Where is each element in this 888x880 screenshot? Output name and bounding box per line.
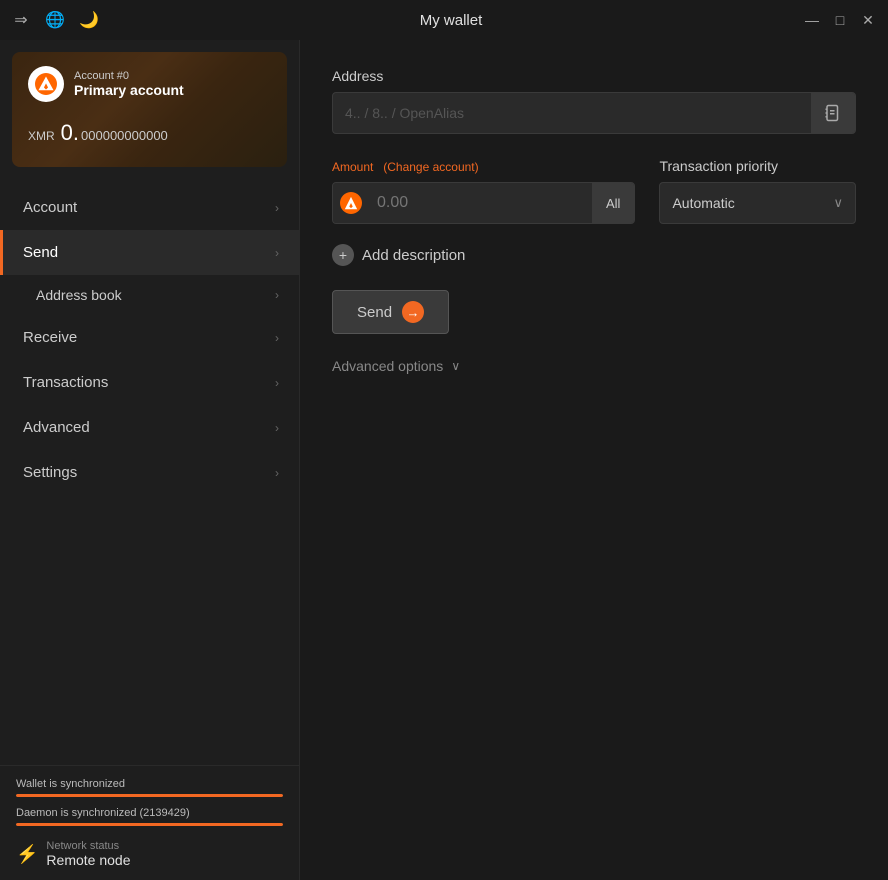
plus-circle-icon: + — [332, 244, 354, 266]
chevron-icon: › — [275, 201, 279, 215]
account-header: Account #0 Primary account — [28, 66, 271, 102]
chevron-icon: › — [275, 466, 279, 480]
close-button[interactable]: ✕ — [860, 12, 876, 28]
network-status: ⚡ Network status Remote node — [16, 836, 283, 872]
amount-input-row: All — [332, 182, 635, 224]
address-book-button[interactable] — [811, 93, 855, 133]
status-bar: Wallet is synchronized Daemon is synchro… — [0, 765, 299, 880]
balance-currency: XMR — [28, 129, 55, 143]
account-card: Account #0 Primary account XMR 0. 000000… — [12, 52, 287, 167]
lightning-icon: ⚡ — [16, 844, 38, 865]
window-controls: — □ ✕ — [804, 12, 876, 28]
balance-main: 0. — [61, 120, 79, 146]
sidebar: Account #0 Primary account XMR 0. 000000… — [0, 40, 300, 880]
daemon-sync-label: Daemon is synchronized (2139429) — [16, 807, 283, 819]
sidebar-item-transactions[interactable]: Transactions › — [0, 360, 299, 405]
priority-select[interactable]: Automatic ∨ — [659, 182, 856, 224]
address-label: Address — [332, 68, 856, 84]
content-area: Address Amount (Change account) — [300, 40, 888, 880]
network-status-label: Network status — [46, 840, 130, 852]
moon-icon[interactable]: 🌙 — [80, 11, 98, 29]
balance-decimal: 000000000000 — [81, 128, 168, 143]
amount-priority-section: Amount (Change account) All — [332, 158, 856, 224]
network-info: Network status Remote node — [46, 840, 130, 868]
chevron-icon: › — [275, 376, 279, 390]
minimize-button[interactable]: — — [804, 12, 820, 28]
titlebar: ⇒ 🌐 🌙 My wallet — □ ✕ — [0, 0, 888, 40]
titlebar-left: ⇒ 🌐 🌙 — [12, 11, 98, 29]
sidebar-item-receive[interactable]: Receive › — [0, 315, 299, 360]
address-input[interactable] — [333, 95, 811, 131]
priority-value: Automatic — [672, 195, 734, 211]
sidebar-item-account[interactable]: Account › — [0, 185, 299, 230]
sidebar-item-advanced[interactable]: Advanced › — [0, 405, 299, 450]
daemon-sync-bar — [16, 823, 283, 826]
chevron-icon: › — [275, 421, 279, 435]
transfer-icon[interactable]: ⇒ — [12, 11, 30, 29]
change-account-link[interactable]: (Change account) — [383, 160, 478, 174]
chevron-icon: › — [275, 331, 279, 345]
amount-input[interactable] — [369, 194, 592, 212]
advanced-options-label: Advanced options — [332, 358, 443, 374]
send-arrow-icon: → — [402, 301, 424, 323]
chevron-icon: › — [275, 288, 279, 302]
advanced-options-row[interactable]: Advanced options ∨ — [332, 358, 856, 374]
sidebar-item-address-book[interactable]: Address book › — [0, 275, 299, 315]
account-info: Account #0 Primary account — [74, 70, 184, 98]
send-button[interactable]: Send → — [332, 290, 449, 334]
add-description-label: Add description — [362, 247, 465, 264]
chevron-down-icon: ∨ — [451, 359, 460, 373]
account-name: Primary account — [74, 82, 184, 98]
daemon-sync-fill — [16, 823, 283, 826]
add-description-row[interactable]: + Add description — [332, 244, 856, 266]
wallet-sync-label: Wallet is synchronized — [16, 778, 283, 790]
priority-group: Transaction priority Automatic ∨ — [659, 158, 856, 224]
maximize-button[interactable]: □ — [832, 12, 848, 28]
address-input-row — [332, 92, 856, 134]
nav-section: Account › Send › Address book › Receive … — [0, 179, 299, 765]
priority-label: Transaction priority — [659, 158, 856, 174]
monero-logo — [28, 66, 64, 102]
amount-label: Amount (Change account) — [332, 158, 635, 174]
sidebar-item-settings[interactable]: Settings › — [0, 450, 299, 495]
wallet-sync-fill — [16, 794, 283, 797]
all-button[interactable]: All — [592, 182, 634, 224]
chevron-down-icon: ∨ — [833, 195, 843, 211]
sidebar-item-send[interactable]: Send › — [0, 230, 299, 275]
monero-icon — [333, 182, 369, 224]
account-number: Account #0 — [74, 70, 184, 82]
globe-icon[interactable]: 🌐 — [46, 11, 64, 29]
amount-group: Amount (Change account) All — [332, 158, 635, 224]
main-layout: Account #0 Primary account XMR 0. 000000… — [0, 40, 888, 880]
account-balance: XMR 0. 000000000000 — [28, 120, 271, 146]
wallet-sync-bar — [16, 794, 283, 797]
window-title: My wallet — [98, 12, 804, 29]
network-status-value: Remote node — [46, 852, 130, 868]
chevron-icon: › — [275, 246, 279, 260]
